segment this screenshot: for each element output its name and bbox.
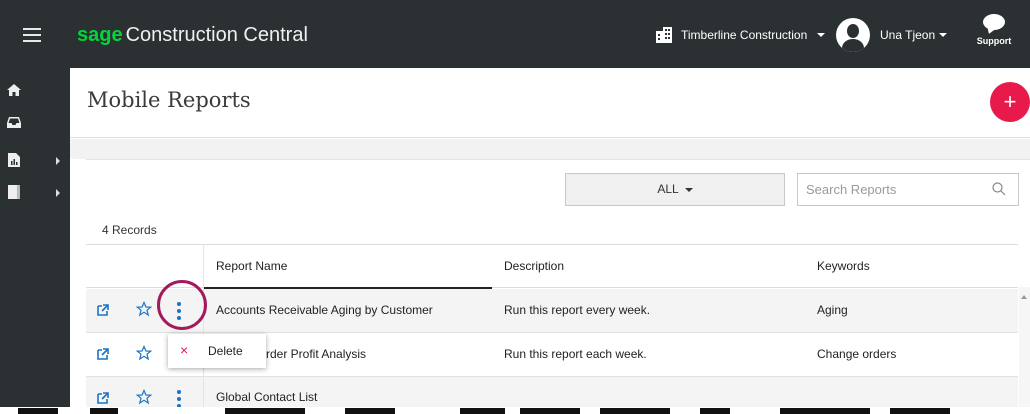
open-external-icon[interactable] [96,391,110,405]
search-icon[interactable] [992,182,1006,196]
open-external-icon[interactable] [96,347,110,361]
more-options-icon[interactable] [176,389,182,409]
content-background [70,139,1030,159]
chevron-right-icon [56,157,60,165]
sidebar-item-inbox[interactable] [0,108,70,136]
search-box [797,173,1019,206]
logo-product: Construction Central [125,24,308,46]
top-bar: sage Construction Central Timberline Cons… [0,0,1030,68]
reports-card: ALL 4 Records Report Name Description Ke… [86,159,1030,414]
delete-x-icon: × [180,342,189,358]
inbox-icon [7,117,21,128]
search-input[interactable] [806,174,986,205]
chevron-right-icon [56,189,60,197]
avatar [836,18,870,52]
table-scrollbar[interactable] [1019,287,1030,414]
report-name[interactable]: rder Profit Analysis [266,333,366,376]
table-header: Report Name Description Keywords [86,244,1018,289]
column-header-description[interactable]: Description [504,245,564,287]
building-icon [656,27,672,43]
column-divider [203,244,204,414]
sidebar-item-reports[interactable] [0,146,70,174]
report-description: Run this report each week. [504,347,647,361]
filter-label: ALL [657,182,679,196]
hamburger-menu-icon[interactable] [0,0,70,68]
sidebar-item-home[interactable] [0,76,70,104]
sidebar-item-documents[interactable] [0,178,70,206]
home-icon [7,84,21,96]
row-context-menu: × Delete [168,334,266,368]
star-icon[interactable] [136,345,152,361]
support-label: Support [976,36,1012,46]
column-header-keywords[interactable]: Keywords [817,245,870,287]
report-keywords: Aging [817,303,848,317]
chevron-down-icon [684,187,693,192]
report-name[interactable]: Accounts Receivable Aging by Customer [216,289,433,332]
star-icon[interactable] [136,389,152,405]
report-description: Run this report every week. [504,303,651,317]
delete-menu-item[interactable]: Delete [208,344,243,358]
page-title: Mobile Reports [87,88,251,112]
document-icon [8,185,20,199]
table-row[interactable]: Accounts Receivable Aging by Customer Ru… [86,289,1018,333]
chat-bubble-icon [983,14,1005,30]
add-report-button[interactable]: + [990,82,1030,122]
star-icon[interactable] [136,301,152,317]
company-selector[interactable]: Timberline Construction [655,22,826,48]
page-header: Mobile Reports + [70,68,1030,138]
support-button[interactable]: Support [974,10,1014,62]
app-logo[interactable]: sage Construction Central [77,20,308,50]
clipped-content-edge [0,407,1030,414]
filter-dropdown[interactable]: ALL [565,173,785,206]
report-keywords: Change orders [817,347,897,361]
left-sidebar [0,68,70,414]
records-count: 4 Records [102,223,157,237]
report-document-icon [8,153,20,167]
chevron-down-icon [817,33,826,37]
user-name: Una Tjeon [880,28,936,42]
company-name: Timberline Construction [681,28,808,42]
user-menu[interactable]: Una Tjeon [836,15,948,55]
highlight-ring [157,280,207,330]
logo-brand: sage [77,24,123,46]
column-header-report-name[interactable]: Report Name [216,245,287,287]
chevron-down-icon [939,33,948,37]
scroll-up-arrow-icon[interactable] [1021,295,1027,299]
open-external-icon[interactable] [96,303,110,317]
